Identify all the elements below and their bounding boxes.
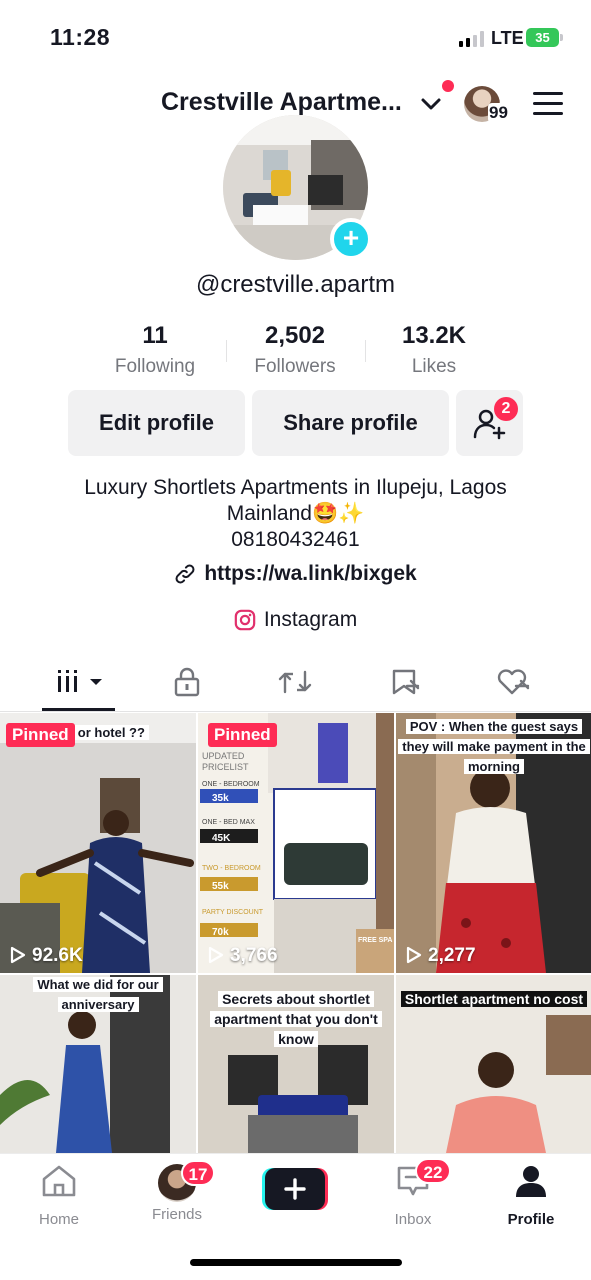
- add-story-button[interactable]: +: [330, 218, 372, 260]
- friend-request-badge: 2: [494, 397, 518, 421]
- profile-icon: [516, 1166, 546, 1197]
- notification-dot: [442, 80, 454, 92]
- video-caption: POV : When the guest says they will make…: [396, 717, 591, 777]
- likes-label: Likes: [411, 356, 457, 377]
- account-switcher[interactable]: Crestville Apartme...: [161, 88, 402, 117]
- tab-videos[interactable]: [55, 666, 105, 698]
- price-value: 70k: [212, 927, 229, 938]
- price-label: PARTY DISCOUNT: [202, 909, 264, 916]
- tab-private[interactable]: [167, 666, 207, 698]
- instagram-text: Instagram: [263, 608, 358, 631]
- create-button[interactable]: [262, 1168, 328, 1210]
- bio-line: Luxury Shortlets Apartments in Ilupeju, …: [84, 476, 507, 499]
- bio-phone: 08180432461: [231, 528, 360, 551]
- content-tabs: [0, 656, 591, 712]
- lock-icon: [174, 667, 200, 697]
- tab-liked[interactable]: [494, 666, 534, 698]
- video-thumbnail[interactable]: UPDATED PRICELIST ONE - BEDROOM 35k ONE …: [198, 713, 394, 973]
- video-thumbnail[interactable]: What we did for our anniversary: [0, 975, 196, 1153]
- spa-badge: FREE SPA: [358, 937, 393, 944]
- view-count: 2,277: [406, 945, 476, 967]
- menu-icon[interactable]: [533, 92, 563, 116]
- stat-following[interactable]: 11 Following: [85, 322, 225, 378]
- active-tab-indicator: [42, 708, 115, 711]
- nav-friends[interactable]: 17 Friends: [127, 1160, 227, 1223]
- tab-reposts[interactable]: [275, 666, 315, 698]
- repost-icon: [278, 670, 312, 694]
- followers-count: 2,502: [264, 322, 326, 349]
- nav-profile-label: Profile: [507, 1211, 555, 1228]
- price-value: 45K: [212, 833, 231, 844]
- pinned-badge: Pinned: [6, 723, 75, 747]
- plus-icon: [284, 1178, 306, 1200]
- video-thumbnail[interactable]: POV : When the guest says they will make…: [396, 713, 591, 973]
- nav-home[interactable]: Home: [9, 1164, 109, 1228]
- add-friends-button[interactable]: 2: [456, 390, 523, 456]
- heart-icon: [497, 669, 530, 695]
- video-caption: Shortlet apartment no cost: [396, 989, 591, 1009]
- bookmark-icon: [392, 669, 420, 695]
- video-thumbnail[interactable]: Shortlet apartment no cost: [396, 975, 591, 1153]
- home-indicator: [190, 1259, 402, 1266]
- price-label: TWO - BEDROOM: [202, 865, 261, 872]
- edit-profile-button[interactable]: Edit profile: [68, 390, 245, 456]
- price-label: ONE - BED MAX: [202, 819, 255, 826]
- battery-icon: 35: [526, 28, 563, 47]
- stat-followers[interactable]: 2,502 Followers: [225, 322, 365, 378]
- inbox-badge: 22: [415, 1158, 451, 1184]
- video-thumbnail[interactable]: dlet or hotel ?? Pinned 92.6K: [0, 713, 196, 973]
- following-count: 11: [142, 322, 168, 349]
- link-icon: [175, 564, 195, 584]
- chevron-down-icon[interactable]: [420, 94, 442, 114]
- tab-favorites[interactable]: [385, 666, 425, 698]
- bio-line: Mainland🤩✨: [226, 502, 365, 525]
- nav-inbox-label: Inbox: [394, 1211, 432, 1228]
- nav-inbox[interactable]: 22 Inbox: [363, 1158, 463, 1228]
- pinned-badge: Pinned: [208, 723, 277, 747]
- price-value: 55k: [212, 881, 229, 892]
- followers-label: Followers: [254, 356, 336, 377]
- view-count: 92.6K: [10, 945, 83, 967]
- profile-handle: @crestville.apartm: [195, 271, 396, 298]
- video-caption: What we did for our anniversary: [0, 975, 196, 1015]
- status-bar: 11:28 LTE 35: [0, 0, 591, 70]
- video-caption: Secrets about shortlet apartment that yo…: [198, 989, 394, 1049]
- network-label: LTE: [491, 28, 524, 48]
- price-label: ONE - BEDROOM: [202, 781, 260, 788]
- nav-home-label: Home: [38, 1211, 79, 1228]
- profile-link[interactable]: https://wa.link/bixgek: [0, 562, 591, 586]
- home-icon: [42, 1165, 76, 1197]
- status-time: 11:28: [50, 24, 111, 50]
- link-text: https://wa.link/bixgek: [204, 562, 417, 585]
- stat-likes[interactable]: 13.2K Likes: [364, 322, 504, 378]
- instagram-icon: [234, 610, 256, 631]
- likes-count: 13.2K: [401, 322, 467, 349]
- nav-friends-label: Friends: [151, 1206, 203, 1223]
- friends-badge: 17: [181, 1160, 215, 1186]
- following-label: Following: [114, 356, 196, 377]
- pricelist-title: UPDATED PRICELIST: [202, 751, 249, 772]
- instagram-link[interactable]: Instagram: [0, 608, 591, 632]
- view-count: 3,766: [208, 945, 278, 967]
- price-value: 35k: [212, 793, 229, 804]
- grid-icon: [58, 670, 102, 692]
- video-thumbnail[interactable]: Secrets about shortlet apartment that yo…: [198, 975, 394, 1153]
- signal-icon: [459, 31, 485, 47]
- share-profile-button[interactable]: Share profile: [252, 390, 449, 456]
- profile-bio: Luxury Shortlets Apartments in Ilupeju, …: [60, 475, 531, 553]
- nav-profile[interactable]: Profile: [481, 1164, 581, 1228]
- avatar-count: 99: [488, 103, 509, 123]
